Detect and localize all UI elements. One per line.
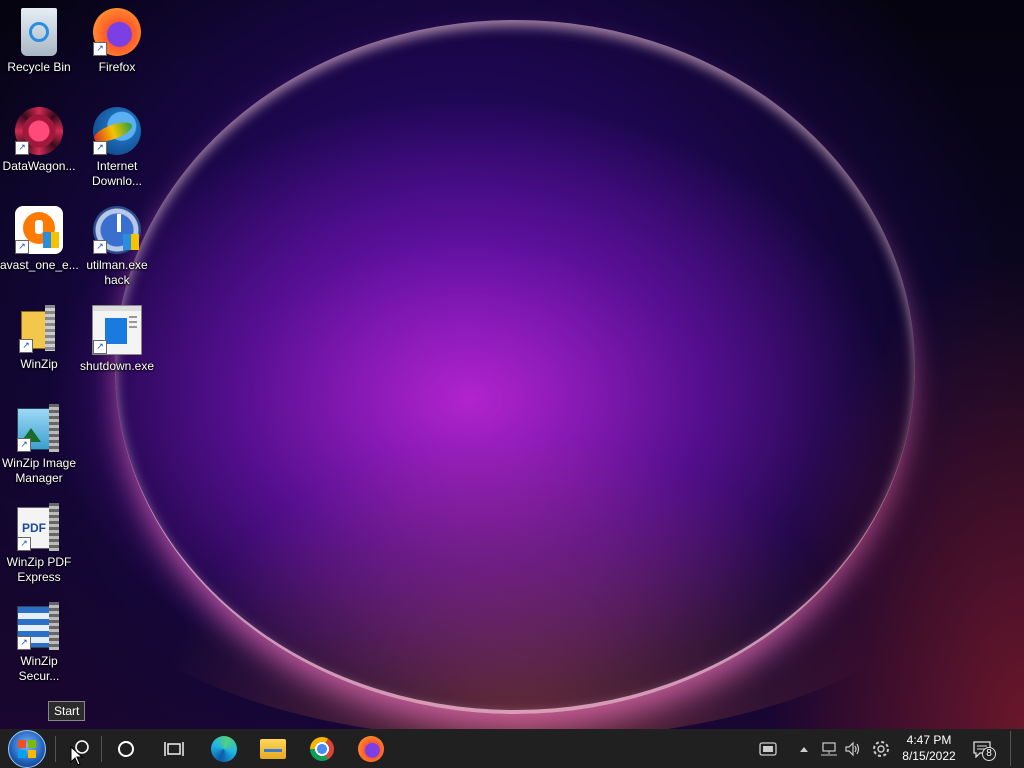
- show-hidden-icons-button[interactable]: [796, 729, 812, 768]
- desktop-icon-winzip-secure[interactable]: ↗ WinZip Secur...: [0, 596, 78, 684]
- desktop-icon-winzip-pdf-express[interactable]: PDF ↗ WinZip PDF Express: [0, 497, 78, 585]
- clock-time: 4:47 PM: [906, 733, 952, 747]
- shortcut-arrow-icon: ↗: [19, 339, 33, 353]
- desktop-icon-label: WinZip: [20, 357, 58, 371]
- desktop-icon-label: Recycle Bin: [7, 60, 71, 74]
- meet-now-icon: [759, 741, 777, 756]
- show-hidden-icons-icon: [800, 746, 808, 752]
- internet-download-manager-icon: ↗: [91, 107, 141, 155]
- notification-count-badge: 8: [982, 746, 996, 761]
- desktop-icon-label: WinZip Image Manager: [1, 456, 77, 485]
- network-button[interactable]: [817, 729, 841, 768]
- taskbar: 4:47 PM 8/15/2022 8: [0, 729, 1024, 768]
- desktop-icon-firefox[interactable]: ↗ Firefox: [78, 2, 156, 75]
- desktop-icon-label: WinZip Secur...: [18, 654, 60, 683]
- shortcut-arrow-icon: ↗: [17, 537, 31, 551]
- system-clock[interactable]: 4:47 PM 8/15/2022: [898, 729, 960, 768]
- desktop-icon-utilman[interactable]: ↗ utilman.exe hack: [78, 200, 156, 288]
- volume-icon: [845, 741, 860, 756]
- edge-icon: [211, 735, 237, 762]
- file-explorer-icon: [260, 738, 286, 759]
- shortcut-arrow-icon: ↗: [15, 141, 29, 155]
- volume-button[interactable]: [841, 729, 865, 768]
- winzip-icon: ↗: [19, 305, 59, 353]
- shortcut-arrow-icon: ↗: [93, 340, 107, 354]
- desktop-icon-label: utilman.exe hack: [86, 258, 148, 287]
- task-view-icon: [164, 741, 184, 756]
- desktop-icon-datawagon[interactable]: ↗ DataWagon...: [0, 101, 78, 174]
- desktop-icon-label: Firefox: [98, 60, 136, 74]
- chrome-icon: [310, 736, 334, 761]
- utilman-icon: ↗: [93, 206, 141, 254]
- show-desktop-button[interactable]: [1010, 731, 1021, 766]
- shortcut-arrow-icon: ↗: [93, 141, 107, 155]
- desktop-icon-winzip[interactable]: ↗ WinZip: [0, 299, 78, 372]
- shortcut-arrow-icon: ↗: [17, 636, 31, 650]
- datawagon-icon: ↗: [15, 107, 63, 155]
- recycle-bin-icon: [21, 8, 57, 56]
- shortcut-arrow-icon: ↗: [93, 42, 107, 56]
- notifications-button[interactable]: 8: [966, 729, 998, 768]
- firefox-icon: ↗: [93, 8, 141, 56]
- desktop-icon-label: Internet Downlo...: [91, 159, 143, 188]
- shortcut-arrow-icon: ↗: [15, 240, 29, 254]
- shortcut-arrow-icon: ↗: [17, 438, 31, 452]
- cortana-button[interactable]: [103, 729, 149, 768]
- firefox-icon: [358, 735, 384, 762]
- desktop-icon-label: shutdown.exe: [79, 359, 155, 373]
- task-view-button[interactable]: [151, 729, 197, 768]
- winzip-secure-icon: ↗: [17, 602, 61, 650]
- desktop-wallpaper: Recycle Bin ↗ DataWagon... ↗ avast_one_e…: [0, 0, 1024, 729]
- shortcut-arrow-icon: ↗: [93, 240, 107, 254]
- taskbar-separator: [55, 736, 56, 762]
- chrome-button[interactable]: [299, 729, 345, 768]
- desktop-icon-label: avast_one_e...: [0, 258, 79, 272]
- windows-logo-icon: [8, 729, 46, 768]
- settings-icon: [873, 740, 889, 757]
- clock-date: 8/15/2022: [902, 749, 956, 763]
- desktop-icon-label: DataWagon...: [2, 159, 76, 173]
- file-explorer-button[interactable]: [250, 729, 296, 768]
- desktop-icon-winzip-image-manager[interactable]: ↗ WinZip Image Manager: [0, 398, 78, 486]
- desktop-icon-avast[interactable]: ↗ avast_one_e...: [0, 200, 79, 273]
- taskbar-separator: [101, 736, 102, 762]
- cortana-icon: [118, 740, 134, 757]
- start-button[interactable]: [4, 729, 50, 768]
- desktop-icon-shutdown-exe[interactable]: ↗ shutdown.exe: [78, 299, 156, 374]
- mouse-cursor-icon: [70, 746, 84, 766]
- meet-now-button[interactable]: [754, 729, 782, 768]
- start-tooltip: Start: [48, 701, 86, 721]
- avast-icon: ↗: [15, 206, 63, 254]
- firefox-taskbar-button[interactable]: [348, 729, 394, 768]
- desktop-icon-recycle-bin[interactable]: Recycle Bin: [0, 2, 78, 75]
- winzip-image-manager-icon: ↗: [17, 404, 61, 452]
- network-icon: [821, 741, 837, 755]
- edge-button[interactable]: [201, 729, 247, 768]
- shutdown-exe-icon: ↗: [92, 305, 142, 355]
- wallpaper-corner: [764, 250, 1024, 729]
- settings-button[interactable]: [868, 729, 894, 768]
- desktop-icon-internet-download-manager[interactable]: ↗ Internet Downlo...: [78, 101, 156, 189]
- winzip-pdf-express-icon: PDF ↗: [17, 503, 61, 551]
- action-center-icon: 8: [972, 740, 996, 761]
- desktop-icon-label: WinZip PDF Express: [6, 555, 72, 584]
